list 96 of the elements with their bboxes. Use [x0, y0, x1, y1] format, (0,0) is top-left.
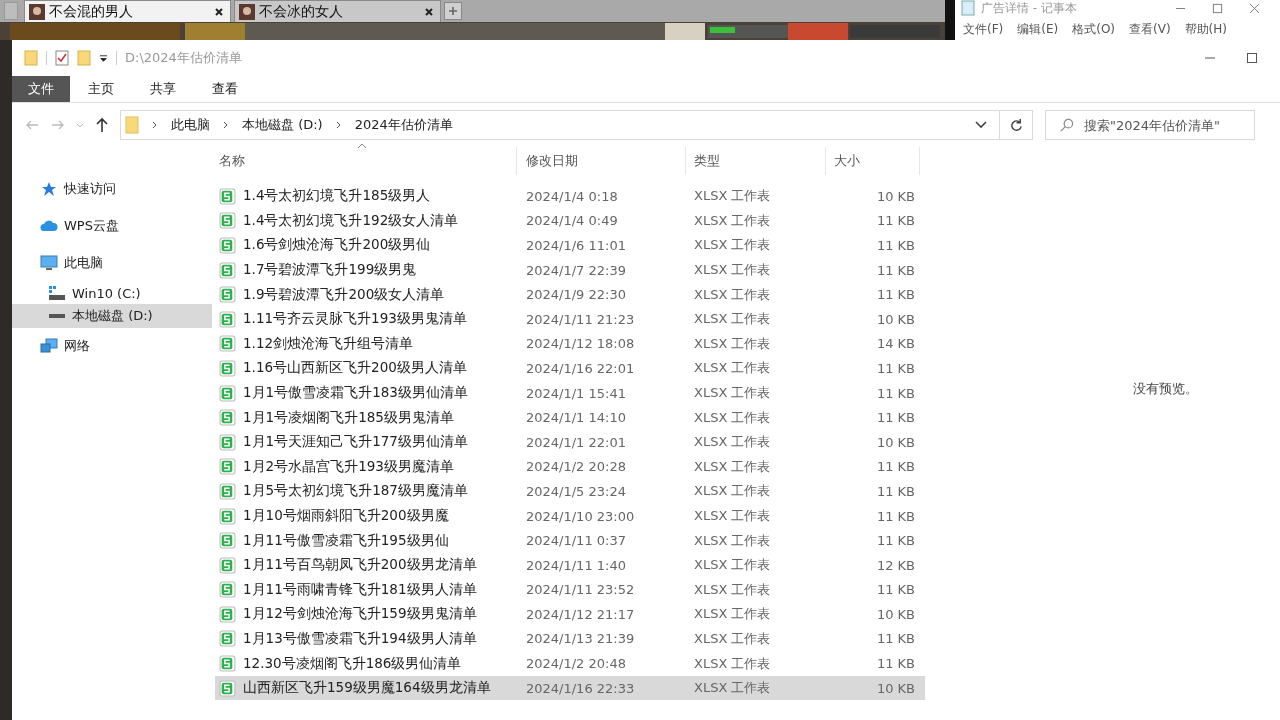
spreadsheet-file-icon [219, 433, 236, 451]
column-header[interactable]: 名称 [215, 147, 517, 175]
new-tab-button[interactable] [444, 2, 462, 20]
menu-item[interactable]: 查看(V) [1129, 22, 1171, 37]
refresh-button[interactable] [999, 110, 1033, 140]
spreadsheet-file-icon [219, 237, 236, 254]
spreadsheet-file-icon [219, 359, 236, 377]
file-row[interactable]: 1.11号齐云灵脉飞升193级男鬼清单 2024/1/11 21:23 XLSX 工作表 10 KB [215, 306, 925, 332]
file-row[interactable]: 1.9号碧波潭飞升200级女人清单 2024/1/9 22:30 XLSX 工作表 11 KB [215, 282, 925, 307]
breadcrumb-item[interactable]: 此电脑 [171, 116, 210, 134]
cloud-icon [40, 218, 58, 234]
breadcrumb-item[interactable]: 2024年估价清单 [354, 116, 453, 134]
spreadsheet-file-icon [219, 581, 236, 599]
sidebar-item[interactable]: 此电脑 [12, 251, 212, 275]
file-row[interactable]: 1月1号凌烟阁飞升185级男鬼清单 2024/1/1 14:10 XLSX 工作表 11 KB [215, 405, 925, 430]
window-title: 广告详情 - 记事本 [981, 0, 1078, 17]
file-row[interactable]: 1月11号傲雪凌霜飞升195级男仙 2024/1/11 0:37 XLSX 工作表 11 KB [215, 528, 925, 553]
avatar-icon [239, 3, 255, 20]
column-header[interactable]: 大小 [826, 147, 920, 175]
dropdown-icon[interactable] [99, 53, 108, 63]
star-icon [40, 181, 58, 197]
ribbon-tab[interactable]: 查看 [194, 76, 256, 102]
file-row[interactable]: 1月1号傲雪凌霜飞升183级男仙清单 2024/1/1 15:41 XLSX 工作表 11 KB [215, 380, 925, 406]
file-row[interactable]: 1月11号雨啸青锋飞升181级男人清单 2024/1/11 23:52 XLSX 工作表 11 KB [215, 577, 925, 603]
column-header[interactable]: 修改日期 [517, 147, 686, 175]
menu-item[interactable]: 帮助(H) [1184, 22, 1227, 37]
file-row[interactable]: 1.4号太初幻境飞升185级男人 2024/1/4 0:18 XLSX 工作表 10 KB [215, 184, 925, 209]
chevron-icon[interactable] [151, 121, 159, 129]
spreadsheet-file-icon [219, 310, 236, 328]
notepad-icon [961, 0, 975, 16]
file-row[interactable]: 1.16号山西新区飞升200级男人清单 2024/1/16 22:01 XLSX 工作表 11 KB [215, 356, 925, 381]
spreadsheet-file-icon [219, 409, 236, 427]
chevron-icon[interactable] [334, 121, 343, 129]
spreadsheet-file-icon [219, 605, 236, 623]
file-row[interactable]: 1月5号太初幻境飞升187级男魔清单 2024/1/5 23:24 XLSX 工作表 11 KB [215, 479, 925, 504]
ribbon-tab[interactable]: 共享 [132, 76, 194, 102]
spreadsheet-file-icon [219, 655, 236, 673]
search-field[interactable]: 搜索"2024年估价清单" [1045, 110, 1255, 140]
file-row[interactable]: 山西新区飞升159级男魔164级男龙清单 2024/1/16 22:33 XLSX 工作表 10 KB [215, 675, 925, 701]
refresh-icon [1008, 117, 1024, 133]
chevron-icon[interactable] [222, 121, 230, 129]
spreadsheet-file-icon [219, 679, 236, 697]
network-icon [40, 338, 58, 354]
file-row[interactable]: 1月2号水晶宫飞升193级男魔清单 2024/1/2 20:28 XLSX 工作表 11 KB [215, 454, 925, 480]
column-header[interactable]: 类型 [686, 147, 826, 175]
file-row[interactable]: 1月11号百鸟朝凤飞升200级男龙清单 2024/1/11 1:40 XLSX 工作表 12 KB [215, 552, 925, 578]
file-row[interactable]: 12.30号凌烟阁飞升186级男仙清单 2024/1/2 20:48 XLSX 工作表 11 KB [215, 651, 925, 676]
drive-icon [48, 285, 66, 301]
address-bar[interactable]: 此电脑 本地磁盘 (D:) 2024年估价清单 [120, 110, 1000, 140]
close-icon[interactable] [424, 6, 434, 17]
preview-message: 没有预览。 [1133, 379, 1198, 398]
menu-item[interactable]: 格式(O) [1072, 22, 1116, 37]
maximize-icon[interactable] [1212, 2, 1223, 14]
file-row[interactable]: 1.4号太初幻境飞升192级女人清单 2024/1/4 0:49 XLSX 工作表 11 KB [215, 208, 925, 234]
sidebar-item[interactable]: 快速访问 [12, 177, 212, 201]
spreadsheet-file-icon [219, 286, 236, 304]
browser-tab[interactable]: 不会混的男人 [24, 0, 231, 22]
plus-icon [448, 6, 458, 16]
spreadsheet-file-icon [219, 212, 236, 230]
file-row[interactable]: 1.7号碧波潭飞升199级男鬼 2024/1/7 22:39 XLSX 工作表 11 KB [215, 257, 925, 283]
window-title: D:\2024年估价清单 [125, 49, 243, 67]
maximize-icon[interactable] [1246, 52, 1258, 64]
sidebar-item[interactable]: WPS云盘 [12, 214, 212, 238]
close-icon[interactable] [214, 6, 224, 17]
ribbon-tab[interactable]: 主页 [70, 76, 132, 102]
search-icon [1059, 118, 1074, 133]
spreadsheet-file-icon [219, 335, 236, 353]
spreadsheet-file-icon [219, 458, 236, 476]
file-row[interactable]: 1月12号剑烛沧海飞升159级男鬼清单 2024/1/12 21:17 XLSX 工作表 10 KB [215, 602, 925, 627]
spreadsheet-file-icon [219, 482, 236, 500]
ribbon-tab[interactable]: 文件 [12, 76, 70, 102]
file-row[interactable]: 1月10号烟雨斜阳飞升200级男魔 2024/1/10 23:00 XLSX 工作表 11 KB [215, 503, 925, 529]
spreadsheet-file-icon [219, 187, 236, 205]
breadcrumb-item[interactable]: 本地磁盘 (D:) [242, 116, 323, 134]
file-row[interactable]: 1.12剑烛沧海飞升组号清单 2024/1/12 18:08 XLSX 工作表 14 KB [215, 331, 925, 357]
spreadsheet-file-icon [219, 261, 236, 279]
file-row[interactable]: 1月13号傲雪凌霜飞升194级男人清单 2024/1/13 21:39 XLSX 工作表 11 KB [215, 626, 925, 652]
menu-item[interactable]: 编辑(E) [1017, 22, 1059, 37]
dropdown-icon[interactable] [975, 121, 987, 129]
spreadsheet-file-icon [219, 556, 236, 574]
avatar-icon [29, 3, 45, 20]
spreadsheet-file-icon [219, 532, 236, 550]
sidebar-item[interactable]: 本地磁盘 (D:) [12, 304, 212, 328]
sidebar-item[interactable]: Win10 (C:) [12, 281, 212, 305]
menu-item[interactable]: 文件(F) [963, 22, 1004, 37]
monitor-icon [40, 255, 58, 271]
sort-ascending-icon [357, 143, 367, 149]
sidebar-item[interactable]: 网络 [12, 334, 212, 358]
spreadsheet-file-icon [219, 507, 236, 525]
up-arrow-icon[interactable] [94, 117, 110, 133]
spreadsheet-file-icon [219, 630, 236, 648]
file-row[interactable]: 1.6号剑烛沧海飞升200级男仙 2024/1/6 11:01 XLSX 工作表 11 KB [215, 233, 925, 258]
spreadsheet-file-icon [219, 384, 236, 402]
folder-icon [125, 116, 139, 134]
file-row[interactable]: 1月1号天涯知己飞升177级男仙清单 2024/1/1 22:01 XLSX 工作表 10 KB [215, 429, 925, 455]
browser-tab[interactable]: 不会冰的女人 [234, 0, 441, 22]
